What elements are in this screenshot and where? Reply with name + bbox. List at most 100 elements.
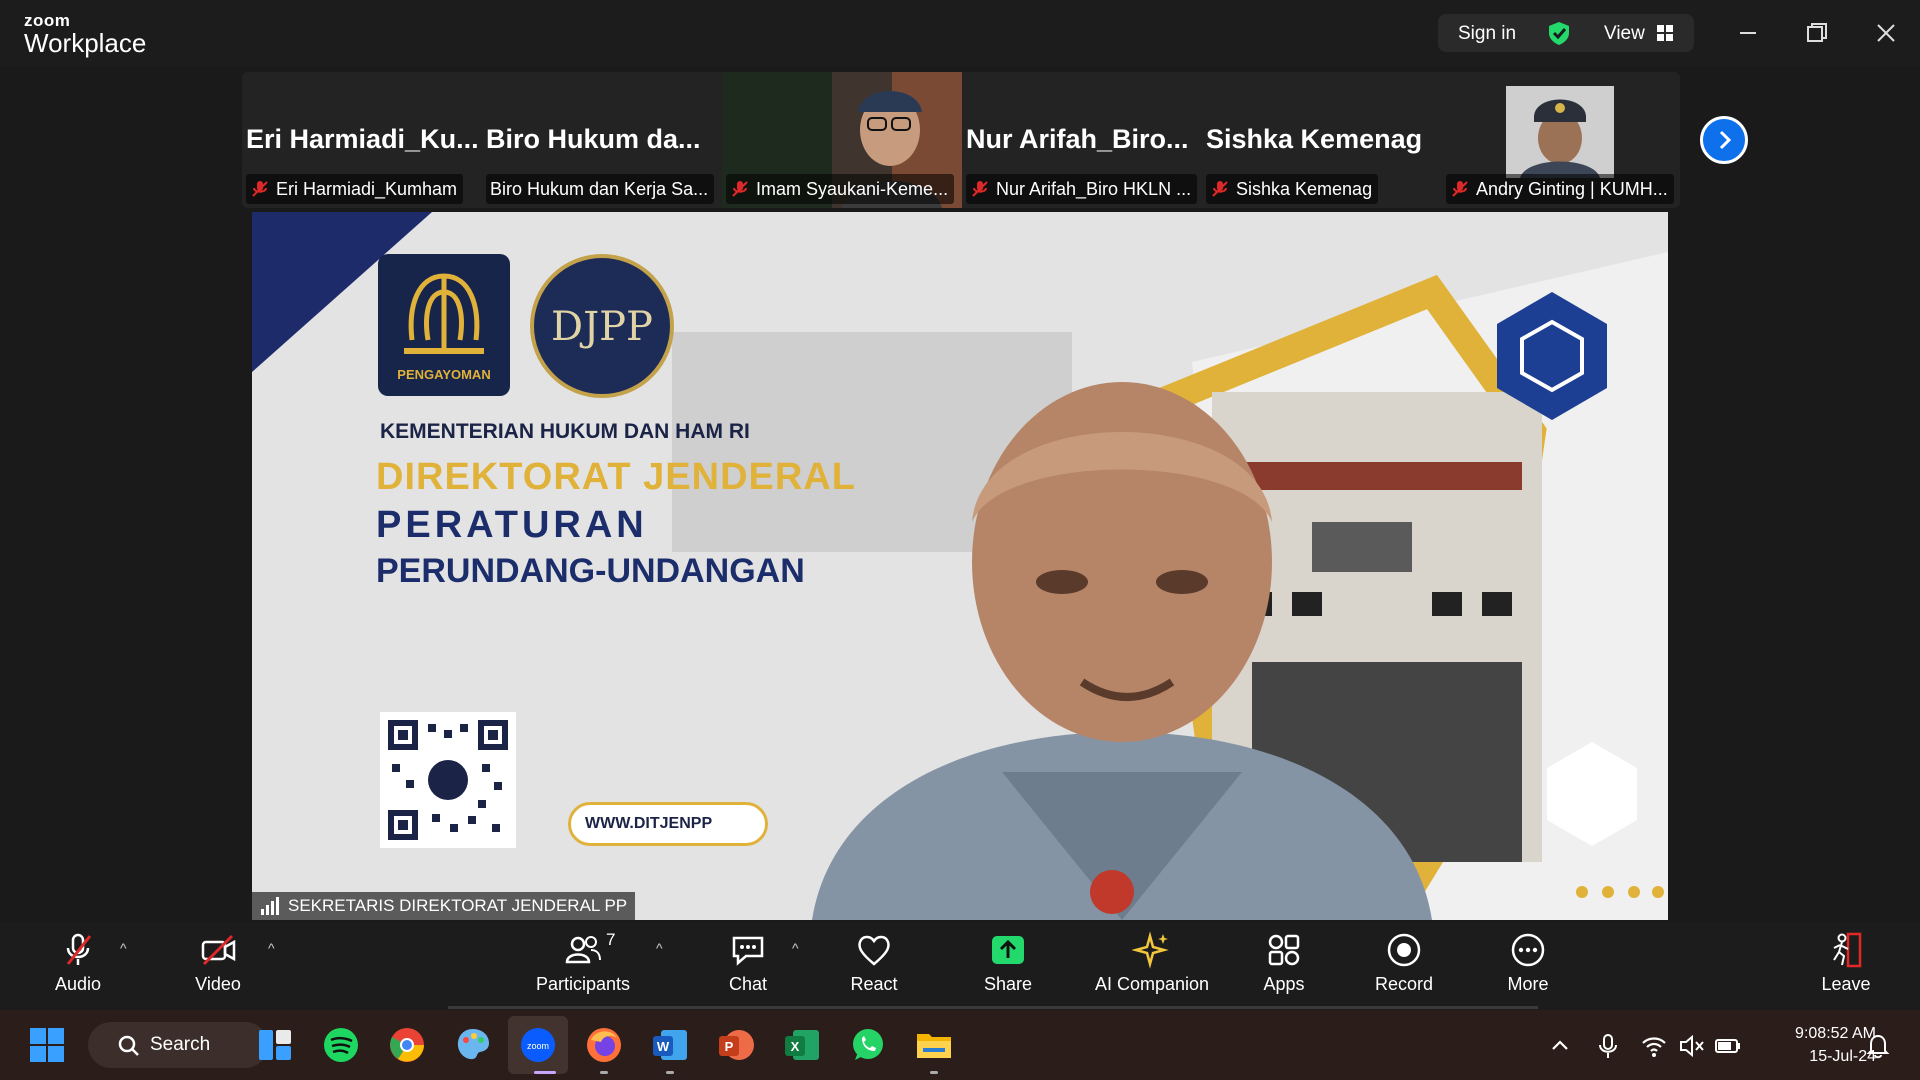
spotify-icon[interactable] bbox=[322, 1026, 360, 1064]
restore-button[interactable] bbox=[1796, 14, 1836, 52]
chat-options-caret[interactable]: ^ bbox=[792, 940, 799, 956]
clock-date: 15-Jul-24 bbox=[1809, 1048, 1876, 1065]
participant-title: Nur Arifah_Biro... bbox=[966, 124, 1189, 154]
participant-name-label: Biro Hukum dan Kerja Sa... bbox=[486, 174, 715, 204]
video-off-icon bbox=[201, 934, 236, 966]
more-label: More bbox=[1507, 974, 1549, 994]
svg-text:W: W bbox=[657, 1039, 670, 1054]
participant-title: Sishka Kemenag bbox=[1206, 124, 1423, 154]
participant-name: Eri Harmiadi_Kumham bbox=[276, 179, 458, 199]
file-explorer-icon[interactable] bbox=[915, 1026, 953, 1064]
apps-button[interactable]: Apps bbox=[1246, 930, 1322, 1006]
speaker-name: SEKRETARIS DIREKTORAT JENDERAL PP bbox=[288, 896, 628, 915]
participant-avatar bbox=[1506, 86, 1614, 178]
windows-taskbar: Search zoom W P X 9:08:52 AM 15-Jul-24 bbox=[0, 1010, 1920, 1080]
pengayoman-logo-text: PENGAYOMAN bbox=[397, 367, 491, 382]
participants-icon bbox=[565, 936, 601, 964]
minimize-button[interactable] bbox=[1728, 14, 1768, 52]
leave-button[interactable]: Leave bbox=[1808, 930, 1884, 1006]
participant-tile[interactable]: Sishka Kemenag Sishka Kemenag bbox=[1202, 72, 1440, 208]
chevron-right-icon bbox=[1719, 130, 1732, 150]
ai-companion-label: AI Companion bbox=[1094, 974, 1210, 994]
excel-icon[interactable]: X bbox=[783, 1026, 821, 1064]
apps-icon bbox=[1268, 934, 1300, 966]
windows-start-icon[interactable] bbox=[28, 1026, 66, 1064]
slide-website-text: WWW.DITJENPP bbox=[568, 802, 768, 846]
participant-name-label: Imam Syaukani-Keme... bbox=[726, 174, 955, 204]
mic-muted-icon bbox=[732, 181, 748, 197]
title-bar: zoom Workplace Sign in View bbox=[0, 0, 1920, 66]
minimize-icon bbox=[1740, 32, 1756, 34]
react-button[interactable]: React bbox=[836, 930, 912, 1006]
share-button[interactable]: Share bbox=[970, 930, 1046, 1006]
more-button[interactable]: More bbox=[1490, 930, 1566, 1006]
close-button[interactable] bbox=[1866, 14, 1906, 52]
qr-code bbox=[380, 712, 516, 848]
system-clock[interactable]: 9:08:52 AM 15-Jul-24 bbox=[1762, 1022, 1876, 1068]
microphone-icon[interactable] bbox=[1594, 1032, 1622, 1060]
video-button[interactable]: Video bbox=[180, 930, 256, 1006]
taskbar-search[interactable]: Search bbox=[88, 1022, 268, 1068]
participant-tile[interactable]: Biro Hukum da... Biro Hukum dan Kerja Sa… bbox=[482, 72, 720, 208]
firefox-icon[interactable] bbox=[585, 1026, 623, 1064]
powerpoint-icon[interactable]: P bbox=[717, 1026, 755, 1064]
participants-options-caret[interactable]: ^ bbox=[656, 940, 663, 956]
grid-view-icon[interactable] bbox=[1656, 24, 1674, 42]
chat-icon bbox=[732, 936, 764, 966]
pengayoman-tree-icon bbox=[404, 273, 484, 354]
active-speaker-video[interactable]: PENGAYOMAN DJPP KEMENTERIAN HUKUM DAN HA… bbox=[252, 212, 1668, 920]
audio-button[interactable]: Audio bbox=[40, 930, 116, 1006]
explorer-running-indicator bbox=[930, 1071, 938, 1074]
toolbar-divider bbox=[448, 1006, 1538, 1009]
record-icon bbox=[1387, 933, 1421, 967]
video-label: Video bbox=[195, 974, 241, 994]
gallery-next-button[interactable] bbox=[1700, 116, 1748, 164]
participant-tile[interactable]: Nur Arifah_Biro... Nur Arifah_Biro HKLN … bbox=[962, 72, 1200, 208]
record-label: Record bbox=[1374, 974, 1434, 994]
heart-icon bbox=[858, 935, 890, 966]
speaker-muted-icon[interactable] bbox=[1678, 1032, 1706, 1060]
more-icon bbox=[1511, 933, 1545, 967]
word-icon[interactable]: W bbox=[651, 1026, 689, 1064]
restore-icon bbox=[1807, 23, 1827, 42]
chat-button[interactable]: Chat bbox=[710, 930, 786, 1006]
sign-in-button[interactable]: Sign in bbox=[1458, 23, 1516, 45]
mic-muted-icon bbox=[1452, 181, 1468, 197]
leave-icon bbox=[1833, 932, 1862, 968]
participant-tile[interactable]: Andry Ginting | KUMH... bbox=[1442, 72, 1680, 208]
whatsapp-icon[interactable] bbox=[849, 1026, 887, 1064]
mic-muted-icon bbox=[972, 181, 988, 197]
audio-options-caret[interactable]: ^ bbox=[120, 940, 127, 956]
share-screen-icon bbox=[992, 936, 1024, 964]
view-button[interactable]: View bbox=[1604, 23, 1645, 45]
participant-name: Sishka Kemenag bbox=[1236, 179, 1373, 199]
participant-tile[interactable]: Imam Syaukani-Keme... bbox=[722, 72, 962, 208]
account-controls: Sign in View bbox=[1438, 14, 1694, 52]
pengayoman-logo: PENGAYOMAN bbox=[378, 254, 510, 396]
zoom-app-icon[interactable]: zoom bbox=[519, 1026, 557, 1064]
audio-label: Audio bbox=[54, 974, 102, 994]
close-icon bbox=[1877, 24, 1895, 42]
encryption-shield-icon[interactable] bbox=[1546, 20, 1572, 46]
participant-name: Biro Hukum dan Kerja Sa... bbox=[490, 179, 709, 199]
ai-companion-button[interactable]: AI Companion bbox=[1090, 930, 1214, 1006]
show-hidden-icons-chevron-icon[interactable] bbox=[1546, 1032, 1574, 1060]
speaker-name-label: SEKRETARIS DIREKTORAT JENDERAL PP bbox=[252, 892, 636, 920]
participants-button[interactable]: Participants bbox=[528, 930, 638, 1006]
wifi-icon[interactable] bbox=[1640, 1032, 1668, 1060]
share-label: Share bbox=[983, 974, 1033, 994]
battery-icon[interactable] bbox=[1714, 1032, 1742, 1060]
chrome-icon[interactable] bbox=[388, 1026, 426, 1064]
paint-icon[interactable] bbox=[454, 1026, 492, 1064]
participants-count: 7 bbox=[606, 930, 616, 949]
leave-label: Leave bbox=[1821, 974, 1871, 994]
zoom-active-indicator bbox=[534, 1071, 556, 1074]
participant-title: Biro Hukum da... bbox=[486, 124, 701, 154]
mic-muted-icon bbox=[1212, 181, 1228, 197]
widgets-icon[interactable] bbox=[256, 1026, 294, 1064]
participant-tile[interactable]: Eri Harmiadi_Ku... Eri Harmiadi_Kumham bbox=[242, 72, 480, 208]
video-options-caret[interactable]: ^ bbox=[268, 940, 275, 956]
record-button[interactable]: Record bbox=[1366, 930, 1442, 1006]
notification-bell-icon[interactable] bbox=[1864, 1032, 1892, 1060]
participant-name: Nur Arifah_Biro HKLN ... bbox=[996, 179, 1192, 199]
